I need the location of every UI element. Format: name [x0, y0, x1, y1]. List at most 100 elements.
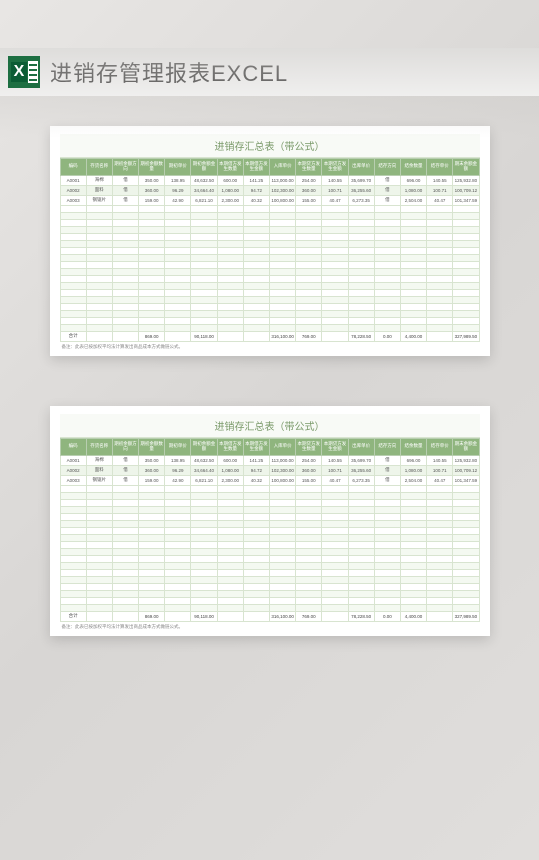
table-cell: 100,800.00 — [270, 195, 296, 205]
table-cell: 借 — [374, 195, 400, 205]
total-cell: 769.00 — [296, 611, 322, 621]
table-cell: 1,080.00 — [400, 465, 426, 475]
table-cell: 350.00 — [139, 175, 165, 185]
table-cell: 6,821.10 — [191, 195, 217, 205]
total-row: 合计869.0090,118.00316,100.00769.0078,228.… — [60, 611, 479, 621]
excel-icon: X — [8, 56, 40, 88]
column-header: 结存方向 — [374, 159, 400, 176]
column-header: 本期借方发生金额 — [243, 159, 269, 176]
table-cell: 140.55 — [427, 175, 453, 185]
table-cell: 借 — [112, 185, 138, 195]
table-cell: 6,273.35 — [348, 475, 374, 485]
table-cell: 借 — [112, 465, 138, 475]
table-cell: 借 — [112, 475, 138, 485]
empty-row — [60, 282, 479, 289]
sheet-preview-2: 进销存汇总表（带公式） 编码存货名称期初余额方向期初余额数量期初单价期初余额金额… — [50, 406, 490, 636]
empty-row — [60, 212, 479, 219]
empty-row — [60, 317, 479, 324]
column-header: 出库单价 — [348, 159, 374, 176]
empty-row — [60, 527, 479, 534]
empty-row — [60, 205, 479, 212]
column-header: 入库单价 — [270, 159, 296, 176]
empty-row — [60, 548, 479, 555]
table-cell: 113,000.00 — [270, 455, 296, 465]
column-header: 入库单价 — [270, 438, 296, 455]
table-cell: 100.71 — [322, 185, 348, 195]
column-header: 结存单价 — [427, 159, 453, 176]
table-cell: 101,347.59 — [453, 195, 479, 205]
table-cell: 借 — [112, 455, 138, 465]
table-cell: 254.00 — [296, 175, 322, 185]
total-cell — [322, 611, 348, 621]
empty-row — [60, 569, 479, 576]
table-cell: 借 — [374, 475, 400, 485]
empty-row — [60, 555, 479, 562]
table-cell: 360.00 — [296, 185, 322, 195]
table-cell: 36,255.60 — [348, 465, 374, 475]
table-cell: A0002 — [60, 465, 86, 475]
empty-row — [60, 226, 479, 233]
table-cell: 借 — [374, 175, 400, 185]
table-row: A0002面料借360.0096.2934,664.401,080.0094.7… — [60, 465, 479, 475]
total-cell: 4,400.00 — [400, 611, 426, 621]
total-cell: 327,989.50 — [453, 331, 479, 341]
table-cell: 35,699.70 — [348, 455, 374, 465]
table-cell: 102,300.00 — [270, 185, 296, 195]
column-header: 存货名称 — [86, 438, 112, 455]
empty-row — [60, 520, 479, 527]
table-cell: 140.55 — [427, 455, 453, 465]
empty-row — [60, 324, 479, 331]
table-cell: A0003 — [60, 475, 86, 485]
column-header: 本期贷方发生数量 — [296, 159, 322, 176]
empty-row — [60, 268, 479, 275]
total-label: 合计 — [60, 331, 86, 341]
column-header: 期初余额方向 — [112, 159, 138, 176]
total-row: 合计869.0090,118.00316,100.00769.0078,228.… — [60, 331, 479, 341]
summary-table: 编码存货名称期初余额方向期初余额数量期初单价期初余额金额本期借方发生数量本期借方… — [60, 158, 480, 342]
table-cell: 100.71 — [427, 185, 453, 195]
empty-row — [60, 583, 479, 590]
table-row: A0001海棉借350.00138.9548,632.50600.00141.2… — [60, 455, 479, 465]
table-cell: 借 — [374, 455, 400, 465]
total-cell: 316,100.00 — [270, 331, 296, 341]
table-cell: 100,709.12 — [453, 185, 479, 195]
table-cell: 2,300.00 — [217, 195, 243, 205]
column-header: 编码 — [60, 438, 86, 455]
total-cell: 78,228.50 — [348, 611, 374, 621]
table-cell: 96.29 — [165, 185, 191, 195]
table-cell: 600.00 — [217, 175, 243, 185]
table-cell: 35,699.70 — [348, 175, 374, 185]
table-row: A0003钢锯片借159.0042.906,821.102,300.0040.3… — [60, 475, 479, 485]
column-header: 本期贷方发生数量 — [296, 438, 322, 455]
empty-row — [60, 296, 479, 303]
column-header: 本期借方发生金额 — [243, 438, 269, 455]
table-cell: 钢锯片 — [86, 195, 112, 205]
table-cell: 96.29 — [165, 465, 191, 475]
total-cell: 0.00 — [374, 331, 400, 341]
sheet-preview-1: 进销存汇总表（带公式） 编码存货名称期初余额方向期初余额数量期初单价期初余额金额… — [50, 126, 490, 356]
table-cell: 254.00 — [296, 455, 322, 465]
column-header: 本期借方发生数量 — [217, 159, 243, 176]
empty-row — [60, 562, 479, 569]
table-cell: 100,800.00 — [270, 475, 296, 485]
table-cell: 696.00 — [400, 175, 426, 185]
empty-row — [60, 275, 479, 282]
table-cell: 113,000.00 — [270, 175, 296, 185]
table-cell: 100.71 — [427, 465, 453, 475]
total-cell — [165, 611, 191, 621]
total-cell — [112, 331, 138, 341]
empty-row — [60, 485, 479, 492]
table-cell: 159.00 — [139, 195, 165, 205]
template-title: 进销存管理报表EXCEL — [50, 56, 288, 88]
empty-row — [60, 492, 479, 499]
table-cell: 34,664.40 — [191, 185, 217, 195]
footnote: 备注：此表已按加权平均法计算发出商品成本方式做链公式。 — [60, 622, 480, 630]
table-cell: 6,821.10 — [191, 475, 217, 485]
empty-row — [60, 233, 479, 240]
table-cell: 34,664.40 — [191, 465, 217, 475]
table-cell: A0002 — [60, 185, 86, 195]
empty-row — [60, 310, 479, 317]
column-header: 期初余额金额 — [191, 159, 217, 176]
table-cell: 海棉 — [86, 175, 112, 185]
table-cell: 360.00 — [296, 465, 322, 475]
